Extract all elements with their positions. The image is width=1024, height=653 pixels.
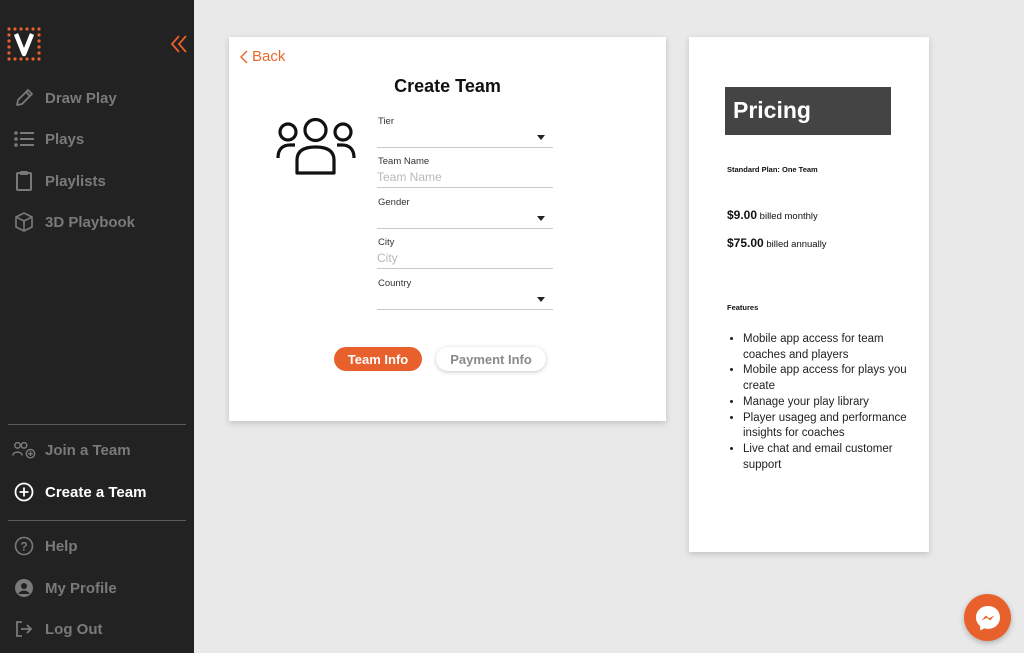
- chevron-left-icon: [240, 49, 248, 64]
- svg-text:?: ?: [20, 540, 27, 554]
- back-label: Back: [252, 48, 286, 65]
- team-name-field: Team Name: [377, 156, 553, 188]
- annual-price-amount: $75.00: [727, 236, 764, 250]
- caret-down-icon: [537, 216, 545, 221]
- create-team-card: Back Create Team Tier Team Name Gender C…: [229, 37, 666, 421]
- sidebar-item-label: Log Out: [45, 620, 103, 638]
- monthly-price-suffix: billed monthly: [757, 211, 818, 222]
- sidebar-item-create-team[interactable]: Create a Team: [12, 480, 146, 504]
- team-name-input[interactable]: [377, 169, 553, 185]
- gender-select[interactable]: Gender: [377, 197, 553, 229]
- country-value: [377, 291, 553, 307]
- pencil-icon: [12, 87, 36, 109]
- pricing-card: Pricing Standard Plan: One Team $9.00 bi…: [689, 37, 929, 552]
- feature-item: Mobile app access for team coaches and p…: [743, 332, 913, 363]
- tier-label: Tier: [378, 116, 395, 127]
- payment-info-tab[interactable]: Payment Info: [436, 347, 546, 371]
- messenger-icon: [975, 605, 1000, 630]
- sidebar-item-join-team[interactable]: Join a Team: [12, 438, 131, 462]
- list-icon: [12, 128, 36, 150]
- monthly-price-amount: $9.00: [727, 208, 758, 222]
- sidebar-item-help[interactable]: ? Help: [12, 534, 78, 558]
- team-info-tab[interactable]: Team Info: [334, 347, 422, 371]
- collapse-sidebar-icon[interactable]: [170, 34, 188, 54]
- tier-value: [377, 129, 553, 145]
- sidebar-item-label: Draw Play: [45, 89, 117, 107]
- gender-label: Gender: [378, 197, 410, 208]
- country-label: Country: [378, 278, 412, 289]
- annual-price: $75.00 billed annually: [727, 236, 827, 250]
- app-logo[interactable]: [6, 26, 44, 64]
- plan-name: Standard Plan: One Team: [727, 165, 818, 174]
- sidebar-item-label: Plays: [45, 130, 85, 148]
- sidebar-item-label: My Profile: [45, 579, 117, 597]
- clipboard-icon: [12, 170, 36, 192]
- annual-price-suffix: billed annually: [763, 239, 827, 250]
- team-name-label: Team Name: [378, 156, 430, 167]
- feature-item: Mobile app access for plays you create: [743, 363, 913, 394]
- features-label: Features: [727, 303, 759, 312]
- city-label: City: [378, 237, 395, 248]
- cube-icon: [12, 211, 36, 233]
- caret-down-icon: [537, 297, 545, 302]
- feature-item: Player usageg and performance insights f…: [743, 411, 913, 442]
- country-select[interactable]: Country: [377, 278, 553, 310]
- team-icon: [276, 117, 356, 175]
- city-input[interactable]: [377, 250, 553, 266]
- sidebar-item-label: Create a Team: [45, 483, 147, 501]
- sidebar-item-log-out[interactable]: Log Out: [12, 617, 102, 641]
- city-field: City: [377, 237, 553, 269]
- caret-down-icon: [537, 135, 545, 140]
- sidebar-divider: [8, 424, 186, 425]
- sidebar-item-3d-playbook[interactable]: 3D Playbook: [12, 210, 135, 234]
- sidebar-item-playlists[interactable]: Playlists: [12, 169, 106, 193]
- sidebar-item-draw-play[interactable]: Draw Play: [12, 86, 117, 110]
- user-icon: [12, 577, 36, 599]
- sidebar-item-my-profile[interactable]: My Profile: [12, 576, 117, 600]
- sidebar-item-plays[interactable]: Plays: [12, 127, 84, 151]
- sidebar-item-label: Help: [45, 537, 78, 555]
- gender-value: [377, 210, 553, 226]
- messenger-chat-button[interactable]: [964, 594, 1011, 641]
- tier-select[interactable]: Tier: [377, 116, 553, 148]
- question-icon: ?: [12, 535, 36, 557]
- logout-icon: [12, 618, 36, 640]
- feature-item: Live chat and email customer support: [743, 442, 913, 473]
- sidebar-item-label: Join a Team: [45, 441, 131, 459]
- page-title: Create Team: [394, 76, 501, 96]
- pricing-title: Pricing: [725, 87, 891, 135]
- features-list: Mobile app access for team coaches and p…: [743, 332, 913, 473]
- plus-circle-icon: [12, 481, 36, 503]
- monthly-price: $9.00 billed monthly: [727, 208, 818, 222]
- sidebar-item-label: 3D Playbook: [45, 213, 136, 231]
- sidebar: Draw Play Plays Playlists 3D Playbook Jo…: [0, 0, 194, 653]
- sidebar-divider: [8, 520, 186, 521]
- feature-item: Manage your play library: [743, 395, 913, 411]
- add-user-icon: [12, 439, 36, 461]
- back-button[interactable]: Back: [240, 48, 285, 65]
- sidebar-item-label: Playlists: [45, 172, 106, 190]
